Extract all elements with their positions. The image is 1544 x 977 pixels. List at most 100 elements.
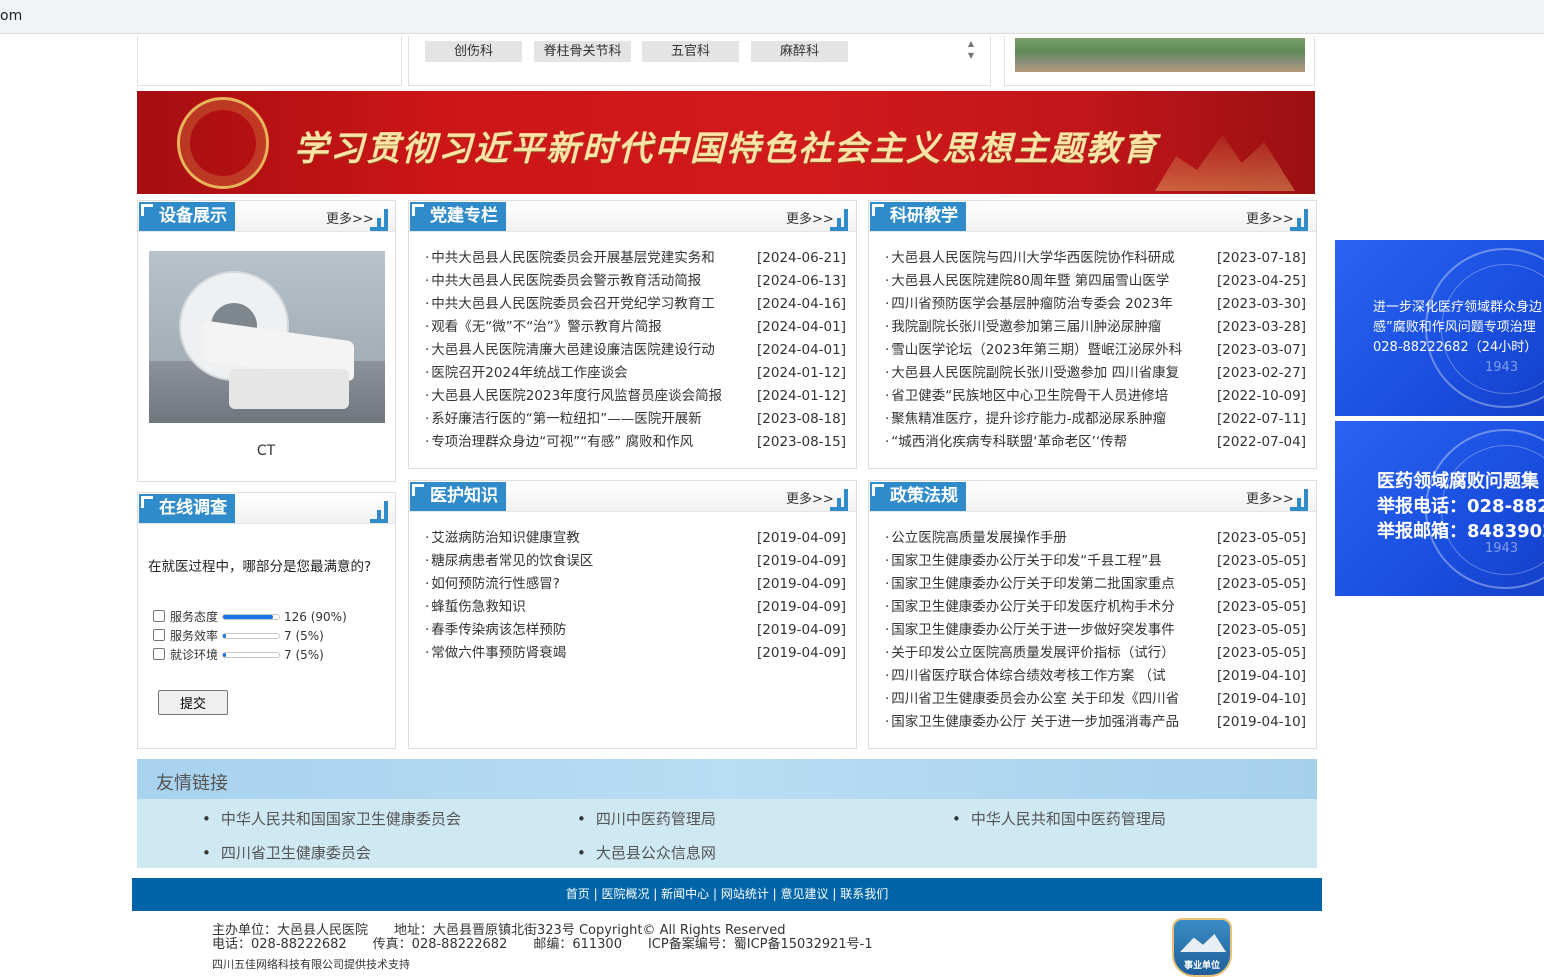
- float-ad-report[interactable]: 1943 医药领域腐败问题集 举报电话：028-88222 举报邮箱：84839…: [1335, 421, 1544, 596]
- research-tab[interactable]: 科研教学: [870, 202, 966, 231]
- friend-links-section: 友情链接 中华人民共和国国家卫生健康委员会 四川中医药管理局 中华人民共和国中医…: [137, 759, 1317, 868]
- party-tab[interactable]: 党建专栏: [410, 202, 506, 231]
- survey-submit-button[interactable]: 提交: [158, 690, 228, 715]
- url-text: om: [0, 8, 23, 24]
- float-ad-campaign[interactable]: 1943 进一步深化医疗领域群众身边 感”腐败和作风问题专项治理 028-882…: [1335, 240, 1544, 416]
- health-tab[interactable]: 医护知识: [410, 482, 506, 511]
- policy-more-link[interactable]: 更多>>: [1246, 488, 1294, 507]
- news-row[interactable]: 中共大邑县人民医院委员会召开党纪学习教育工[2024-04-16]: [425, 293, 846, 316]
- news-row[interactable]: 国家卫生健康委办公厅关于印发“千县工程”县[2023-05-05]: [885, 550, 1306, 573]
- news-row[interactable]: 大邑县人民医院与四川大学华西医院协作科研成[2023-07-18]: [885, 247, 1306, 270]
- equipment-tab[interactable]: 设备展示: [139, 202, 235, 231]
- panel-header: 设备展示 更多>>: [138, 201, 395, 232]
- dept-button-trauma[interactable]: 创伤科: [425, 41, 522, 62]
- news-row[interactable]: 四川省预防医学会基层肿瘤防治专委会 2023年[2023-03-30]: [885, 293, 1306, 316]
- option-checkbox[interactable]: [153, 629, 165, 641]
- news-row[interactable]: 蜂蜇伤急救知识[2019-04-09]: [425, 596, 846, 619]
- news-row[interactable]: 国家卫生健康委办公厅关于印发医疗机构手术分[2023-05-05]: [885, 596, 1306, 619]
- news-row[interactable]: 国家卫生健康委办公厅关于印发第二批国家重点[2023-05-05]: [885, 573, 1306, 596]
- dept-button-ent[interactable]: 五官科: [642, 41, 739, 62]
- footer-nav: 首页 | 医院概况 | 新闻中心 | 网站统计 | 意见建议 | 联系我们: [132, 878, 1322, 911]
- equipment-more-link[interactable]: 更多>>: [326, 208, 374, 227]
- scroll-up-icon[interactable]: ▲: [964, 38, 978, 50]
- news-row[interactable]: 公立医院高质量发展操作手册[2023-05-05]: [885, 527, 1306, 550]
- news-row[interactable]: 聚焦精准医疗，提升诊疗能力-成都泌尿系肿瘤[2022-07-11]: [885, 408, 1306, 431]
- result-bar: [222, 614, 281, 620]
- friend-link[interactable]: 四川省卫生健康委员会: [202, 842, 371, 863]
- news-row[interactable]: 四川省卫生健康委员会办公室 关于印发《四川省[2019-04-10]: [885, 688, 1306, 711]
- news-row[interactable]: 我院副院长张川受邀参加第三届川肿泌尿肿瘤[2023-03-28]: [885, 316, 1306, 339]
- friend-link[interactable]: 中华人民共和国国家卫生健康委员会: [202, 808, 461, 829]
- friend-link[interactable]: 四川中医药管理局: [577, 808, 716, 829]
- survey-option[interactable]: 就诊环境 7 (5%): [153, 646, 324, 664]
- footer-link-contact[interactable]: 联系我们: [840, 887, 888, 901]
- stairs-icon: [830, 209, 852, 231]
- news-row[interactable]: 医院召开2024年统战工作座谈会[2024-01-12]: [425, 362, 846, 385]
- party-news-list: 中共大邑县人民医院委员会开展基层党建实务和[2024-06-21] 中共大邑县人…: [425, 247, 846, 454]
- news-row[interactable]: 大邑县人民医院清廉大邑建设廉洁医院建设行动[2024-04-01]: [425, 339, 846, 362]
- public-institution-badge[interactable]: 事业单位: [1172, 918, 1232, 977]
- theme-banner[interactable]: 学习贯彻习近平新时代中国特色社会主义思想主题教育: [137, 91, 1315, 194]
- news-row[interactable]: 中共大邑县人民医院委员会警示教育活动简报[2024-06-13]: [425, 270, 846, 293]
- news-row[interactable]: 国家卫生健康委办公厅关于进一步做好突发事件[2023-05-05]: [885, 619, 1306, 642]
- dept-scrollbar[interactable]: ▲ ▼: [964, 38, 978, 66]
- news-row[interactable]: 如何预防流行性感冒?[2019-04-09]: [425, 573, 846, 596]
- friend-link[interactable]: 大邑县公众信息网: [577, 842, 716, 863]
- news-row[interactable]: 观看《无“微”不“治”》警示教育片简报[2024-04-01]: [425, 316, 846, 339]
- option-checkbox[interactable]: [153, 610, 165, 622]
- news-row[interactable]: 系好廉洁行医的“第一粒纽扣”——医院开展新[2023-08-18]: [425, 408, 846, 431]
- dept-button-anesthesia[interactable]: 麻醉科: [751, 41, 848, 62]
- ad-campaign-text: 进一步深化医疗领域群众身边 感”腐败和作风问题专项治理 028-88222682…: [1373, 300, 1543, 355]
- footer-link-stats[interactable]: 网站统计: [721, 887, 769, 901]
- news-row[interactable]: 大邑县人民医院建院80周年暨 第四届雪山医学[2023-04-25]: [885, 270, 1306, 293]
- great-wall-icon: [1180, 934, 1226, 952]
- party-panel: 党建专栏 更多>> 中共大邑县人民医院委员会开展基层党建实务和[2024-06-…: [408, 200, 857, 469]
- icp-link[interactable]: 蜀ICP备15032921号-1: [734, 937, 873, 952]
- result-bar: [222, 633, 281, 639]
- party-more-link[interactable]: 更多>>: [786, 208, 834, 227]
- survey-tab[interactable]: 在线调查: [139, 494, 235, 523]
- news-row[interactable]: 关于印发公立医院高质量发展评价指标（试行）[2023-05-05]: [885, 642, 1306, 665]
- news-row[interactable]: 大邑县人民医院副院长张川受邀参加 四川省康复[2023-02-27]: [885, 362, 1306, 385]
- friend-links-title: 友情链接: [156, 773, 228, 794]
- tab-corner-icon: [872, 204, 884, 216]
- news-row[interactable]: 省卫健委“民族地区中心卫生院骨干人员进修培[2022-10-09]: [885, 385, 1306, 408]
- news-row[interactable]: “城西消化疾病专科联盟‘革命老区’‘传帮[2022-07-04]: [885, 431, 1306, 454]
- scroll-down-icon[interactable]: ▼: [964, 50, 978, 62]
- news-row[interactable]: 中共大邑县人民医院委员会开展基层党建实务和[2024-06-21]: [425, 247, 846, 270]
- footer-link-news[interactable]: 新闻中心: [661, 887, 709, 901]
- research-news-list: 大邑县人民医院与四川大学华西医院协作科研成[2023-07-18] 大邑县人民医…: [885, 247, 1306, 454]
- health-more-link[interactable]: 更多>>: [786, 488, 834, 507]
- news-row[interactable]: 大邑县人民医院2023年度行风监督员座谈会简报[2024-01-12]: [425, 385, 846, 408]
- footer-link-about[interactable]: 医院概况: [601, 887, 649, 901]
- survey-option[interactable]: 服务态度 126 (90%): [153, 608, 347, 626]
- news-row[interactable]: 常做六件事预防肾衰竭[2019-04-09]: [425, 642, 846, 665]
- news-row[interactable]: 糖尿病患者常见的饮食误区[2019-04-09]: [425, 550, 846, 573]
- hospital-photo[interactable]: [1015, 38, 1305, 72]
- tab-corner-icon: [412, 204, 424, 216]
- news-row[interactable]: 四川省医疗联合体综合绩效考核工作方案 （试[2019-04-10]: [885, 665, 1306, 688]
- footer-contact-line: 电话：028-88222682 传真：028-88222682 邮编：61130…: [212, 937, 873, 952]
- footer-link-home[interactable]: 首页: [566, 887, 590, 901]
- footer-link-feedback[interactable]: 意见建议: [781, 887, 829, 901]
- news-row[interactable]: 春季传染病该怎样预防[2019-04-09]: [425, 619, 846, 642]
- stairs-icon: [370, 501, 392, 523]
- research-more-link[interactable]: 更多>>: [1246, 208, 1294, 227]
- policy-panel: 政策法规 更多>> 公立医院高质量发展操作手册[2023-05-05] 国家卫生…: [868, 480, 1317, 749]
- stairs-icon: [1290, 489, 1312, 511]
- browser-address-bar[interactable]: om: [0, 0, 1544, 34]
- news-row[interactable]: 专项治理群众身边“可视”“有感” 腐败和作风[2023-08-15]: [425, 431, 846, 454]
- friend-link[interactable]: 中华人民共和国中医药管理局: [952, 808, 1166, 829]
- stairs-icon: [370, 209, 392, 231]
- health-panel: 医护知识 更多>> 艾滋病防治知识健康宣教[2019-04-09] 糖尿病患者常…: [408, 480, 857, 749]
- dept-button-spine[interactable]: 脊柱骨关节科: [534, 41, 631, 62]
- policy-tab[interactable]: 政策法规: [870, 482, 966, 511]
- option-checkbox[interactable]: [153, 648, 165, 660]
- news-row[interactable]: 艾滋病防治知识健康宣教[2019-04-09]: [425, 527, 846, 550]
- panel-header: 政策法规 更多>>: [869, 481, 1316, 512]
- news-row[interactable]: 雪山医学论坛（2023年第三期）暨岷江泌尿外科[2023-03-07]: [885, 339, 1306, 362]
- equipment-caption[interactable]: CT: [138, 443, 394, 459]
- ct-scanner-image[interactable]: [149, 251, 385, 423]
- survey-option[interactable]: 服务效率 7 (5%): [153, 627, 324, 645]
- news-row[interactable]: 国家卫生健康委办公厅 关于进一步加强消毒产品[2019-04-10]: [885, 711, 1306, 734]
